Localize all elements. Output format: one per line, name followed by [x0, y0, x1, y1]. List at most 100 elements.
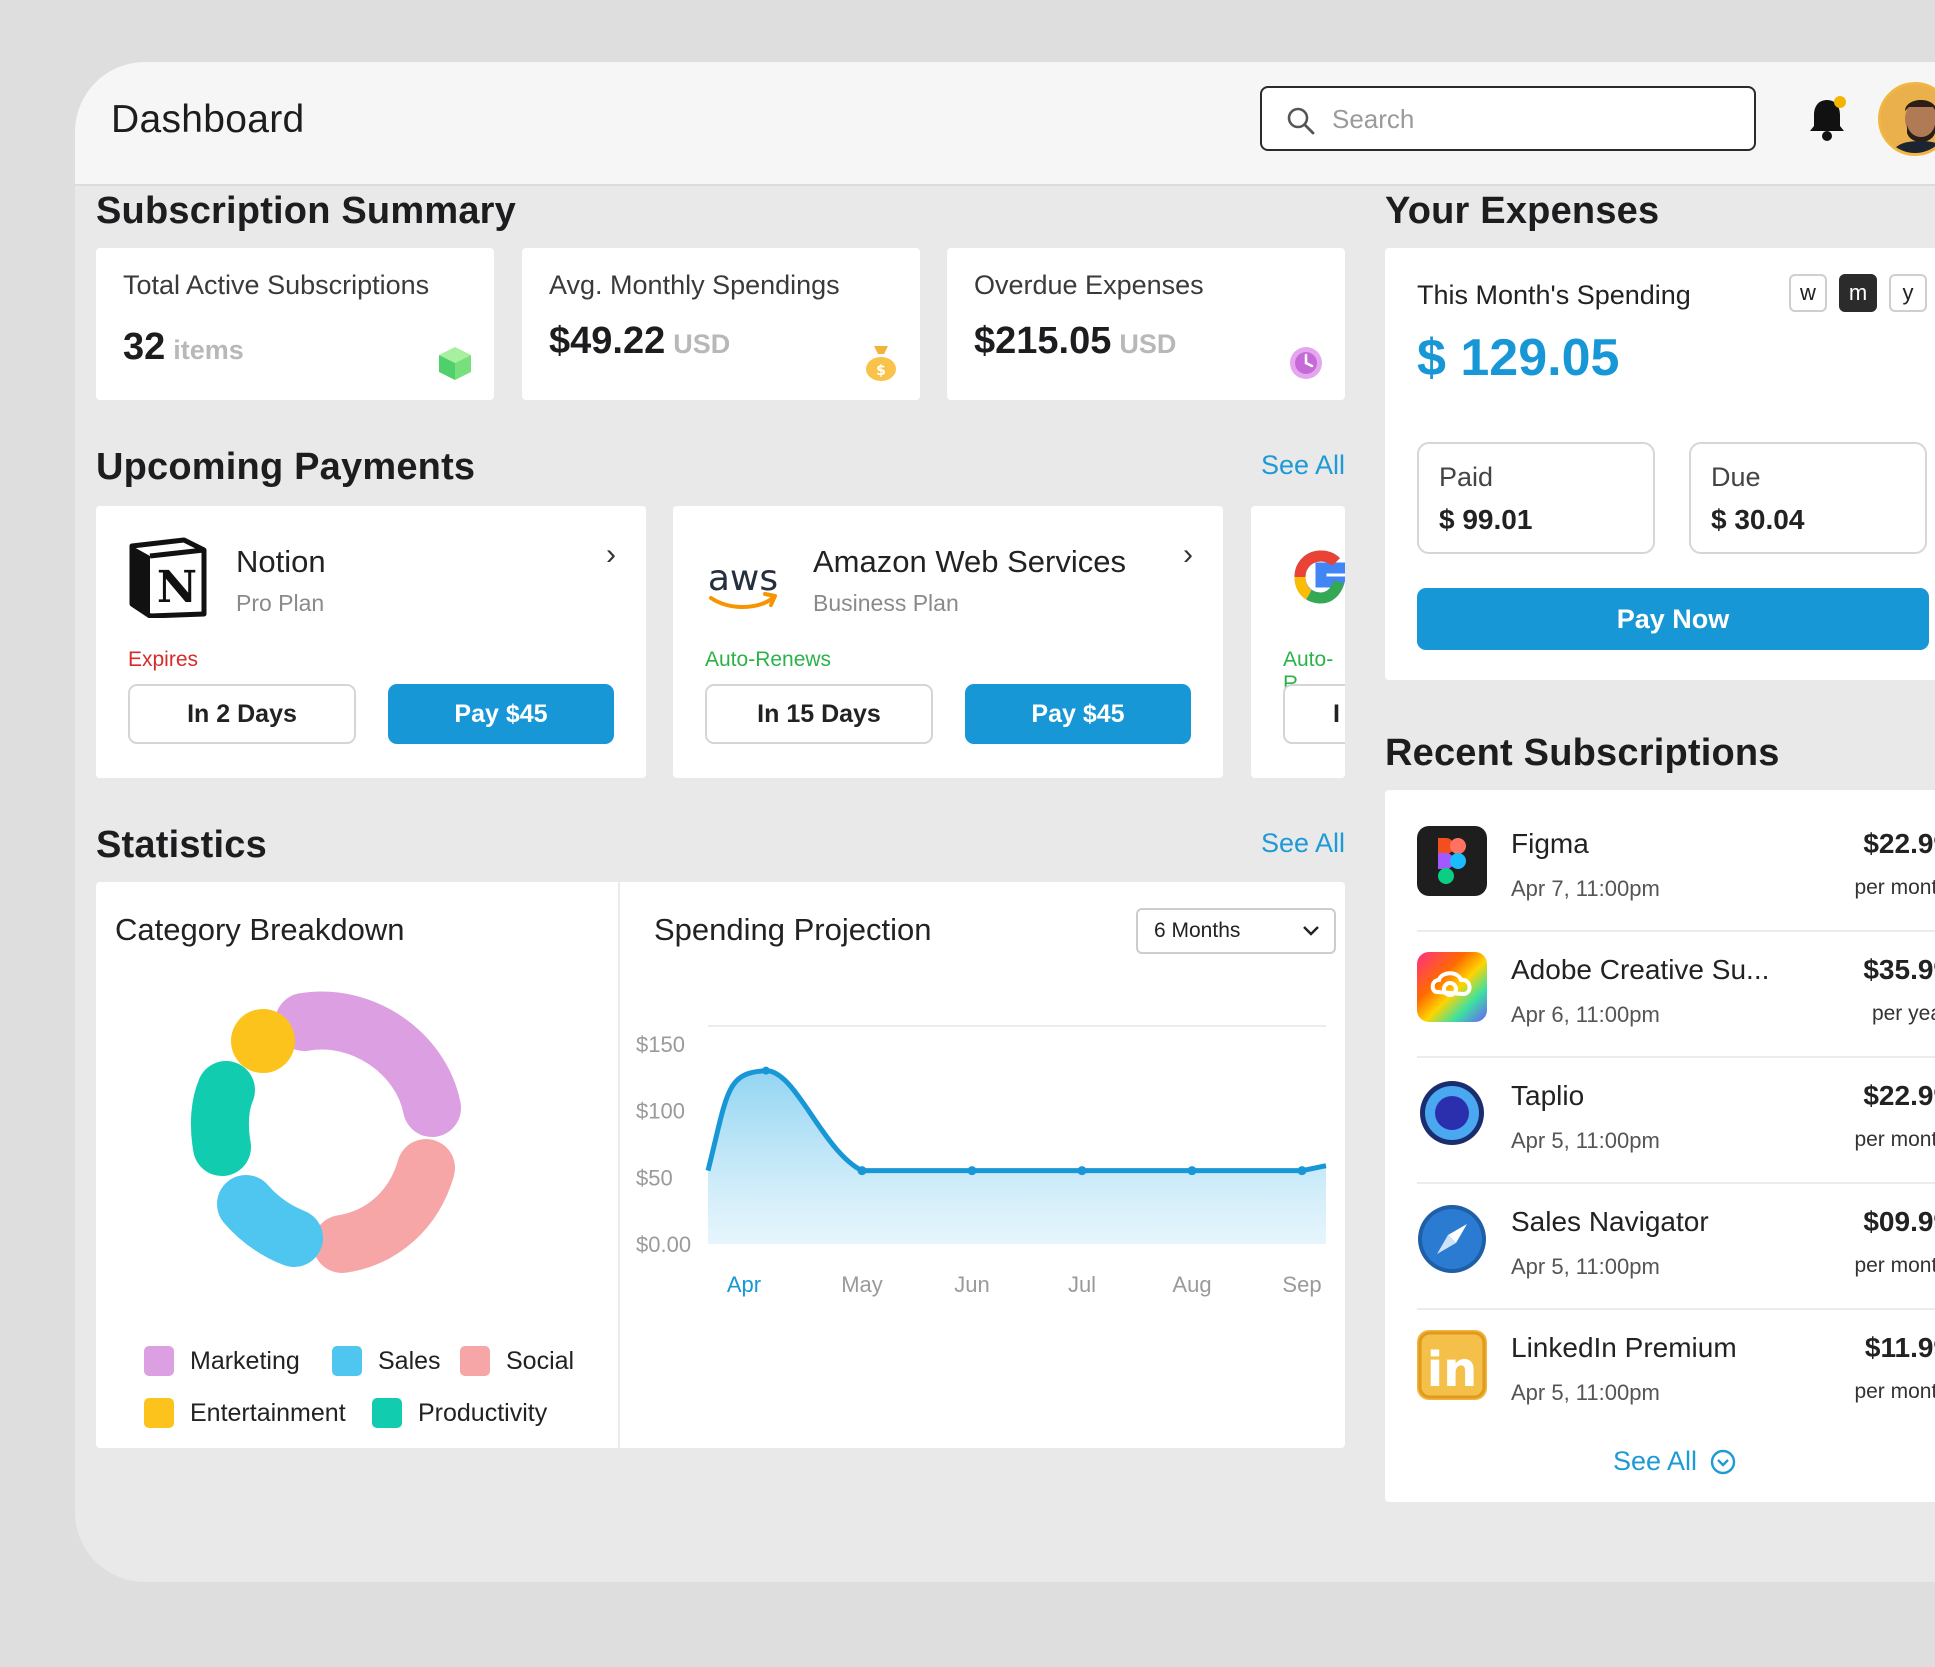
data-point-apr	[762, 1066, 770, 1075]
user-avatar[interactable]	[1878, 82, 1935, 156]
taplio-icon	[1417, 1078, 1487, 1148]
subscription-name: LinkedIn Premium	[1511, 1332, 1737, 1363]
money-bag-icon: $	[866, 346, 896, 381]
compass-icon	[1417, 1204, 1487, 1274]
y-tick-label: $150	[636, 1032, 685, 1057]
summary-card-overdue: Overdue Expenses $215.05 USD	[947, 248, 1345, 400]
subscription-row-taplio[interactable]: Taplio Apr 5, 11:00pm $22.99 per month	[1417, 1058, 1935, 1184]
search-input[interactable]	[1332, 98, 1732, 140]
range-select-value: 6 Months	[1154, 919, 1241, 942]
donut-segment-sales	[217, 1175, 323, 1267]
notification-bell-icon[interactable]	[1805, 94, 1849, 144]
period-month-button[interactable]: m	[1839, 274, 1877, 312]
top-bar: Dashboard	[75, 62, 1935, 186]
pay-button[interactable]: Pay $45	[388, 684, 614, 744]
your-expenses-heading: Your Expenses	[1385, 190, 1660, 232]
subscription-period: per month	[1854, 876, 1935, 899]
svg-text:in: in	[1427, 1342, 1478, 1398]
summary-value: 32 items	[123, 326, 244, 368]
chevron-right-icon[interactable]: ›	[1183, 538, 1193, 572]
chevron-right-icon[interactable]: ›	[606, 538, 616, 572]
subscription-date: Apr 7, 11:00pm	[1511, 876, 1660, 901]
aws-logo-icon: aws	[708, 558, 778, 609]
summary-card-active: Total Active Subscriptions 32 items	[96, 248, 494, 400]
paid-box: Paid $ 99.01	[1417, 442, 1655, 554]
days-remaining-button[interactable]: In 2 Days	[128, 684, 356, 744]
recent-subscriptions-card: Figma Apr 7, 11:00pm $22.99 per month Ad…	[1385, 790, 1935, 1502]
due-label: Due	[1711, 462, 1761, 492]
period-week-button[interactable]: w	[1789, 274, 1827, 312]
subscription-period: per month	[1854, 1254, 1935, 1277]
subscription-name: Taplio	[1511, 1080, 1585, 1111]
subscription-period: per month	[1854, 1380, 1935, 1403]
data-point-jun	[967, 1166, 977, 1176]
legend-swatch	[144, 1398, 174, 1428]
legend-item-productivity: Productivity	[372, 1398, 547, 1428]
legend-swatch	[460, 1346, 490, 1376]
subscription-period: per month	[1854, 1128, 1935, 1151]
recent-subscriptions-heading: Recent Subscriptions	[1385, 732, 1780, 774]
statistics-see-all-link[interactable]: See All	[1261, 828, 1345, 859]
see-all-label: See All	[1613, 1446, 1698, 1476]
subscription-name: Sales Navigator	[1511, 1206, 1709, 1237]
y-tick-label: $0.00	[636, 1232, 691, 1257]
payment-name: Notion	[236, 544, 326, 579]
days-remaining-button[interactable]: In 15 Days	[705, 684, 933, 744]
upcoming-payments-heading: Upcoming Payments	[96, 446, 476, 488]
x-tick-label: Aug	[1172, 1272, 1211, 1297]
paid-label: Paid	[1439, 462, 1494, 492]
category-donut-chart	[190, 991, 461, 1273]
period-year-button[interactable]: y	[1889, 274, 1927, 312]
x-tick-label: Sep	[1282, 1272, 1321, 1297]
summary-card-avg-monthly: Avg. Monthly Spendings $49.22 USD $	[522, 248, 920, 400]
x-tick-label: Jul	[1068, 1272, 1096, 1297]
data-point-jul	[1077, 1166, 1087, 1176]
legend-item-sales: Sales	[332, 1346, 441, 1376]
days-remaining-button[interactable]: I	[1283, 684, 1345, 744]
pay-button[interactable]: Pay $45	[965, 684, 1191, 744]
subscription-row-sales-navigator[interactable]: Sales Navigator Apr 5, 11:00pm $09.99 pe…	[1417, 1184, 1935, 1310]
legend-swatch	[332, 1346, 362, 1376]
subscription-name: Adobe Creative Su...	[1511, 954, 1770, 985]
linkedin-icon: in	[1417, 1330, 1487, 1400]
divider	[618, 882, 620, 1448]
expenses-label: This Month's Spending	[1417, 280, 1691, 310]
subscription-row-linkedin[interactable]: in LinkedIn Premium Apr 5, 11:00pm $11.9…	[1417, 1310, 1935, 1436]
payment-plan: Business Plan	[813, 590, 959, 616]
spending-projection-title: Spending Projection	[654, 912, 932, 947]
donut-segment-social	[313, 1139, 455, 1273]
paid-value: $ 99.01	[1439, 504, 1533, 535]
search-icon	[1287, 107, 1315, 135]
summary-value: $215.05 USD	[974, 320, 1177, 362]
subscription-row-figma[interactable]: Figma Apr 7, 11:00pm $22.99 per month	[1417, 806, 1935, 932]
payment-card-notion[interactable]: N Notion Pro Plan › Expires In 2 Days Pa…	[96, 506, 646, 778]
notion-logo-icon: N	[129, 537, 207, 618]
subscription-date: Apr 6, 11:00pm	[1511, 1002, 1660, 1027]
pay-now-button[interactable]: Pay Now	[1417, 588, 1929, 650]
data-point-sep	[1297, 1166, 1307, 1176]
subscription-name: Figma	[1511, 828, 1589, 859]
subscription-row-adobe[interactable]: Adobe Creative Su... Apr 6, 11:00pm $35.…	[1417, 932, 1935, 1058]
spending-projection-chart: $150 $100 $50 $0.00 Apr May Jun Jul Aug Sep	[636, 1025, 1327, 1297]
subscription-price: $35.99	[1863, 954, 1935, 985]
chevron-circle-down-icon	[1710, 1449, 1736, 1474]
payment-card-aws[interactable]: aws Amazon Web Services Business Plan › …	[673, 506, 1223, 778]
recent-see-all-link[interactable]: See All	[1613, 1446, 1737, 1477]
payment-card-google-partial[interactable]: Auto-R I	[1251, 506, 1345, 778]
upcoming-see-all-link[interactable]: See All	[1261, 450, 1345, 481]
range-select[interactable]: 6 Months	[1136, 908, 1336, 954]
payment-plan: Pro Plan	[236, 590, 325, 616]
subscription-summary-heading: Subscription Summary	[96, 190, 516, 232]
payment-name: Amazon Web Services	[813, 544, 1126, 579]
subscription-price: $22.99	[1863, 1080, 1935, 1111]
clock-icon	[1290, 347, 1322, 379]
category-breakdown-title: Category Breakdown	[115, 912, 405, 947]
legend-swatch	[372, 1398, 402, 1428]
search-box[interactable]	[1260, 86, 1756, 151]
svg-text:N: N	[157, 562, 197, 613]
summary-value: $49.22 USD	[549, 320, 731, 362]
donut-segment-productivity	[190, 1061, 255, 1176]
adobe-icon	[1417, 952, 1487, 1022]
google-logo-icon	[1294, 550, 1345, 604]
legend-item-marketing: Marketing	[144, 1346, 300, 1376]
